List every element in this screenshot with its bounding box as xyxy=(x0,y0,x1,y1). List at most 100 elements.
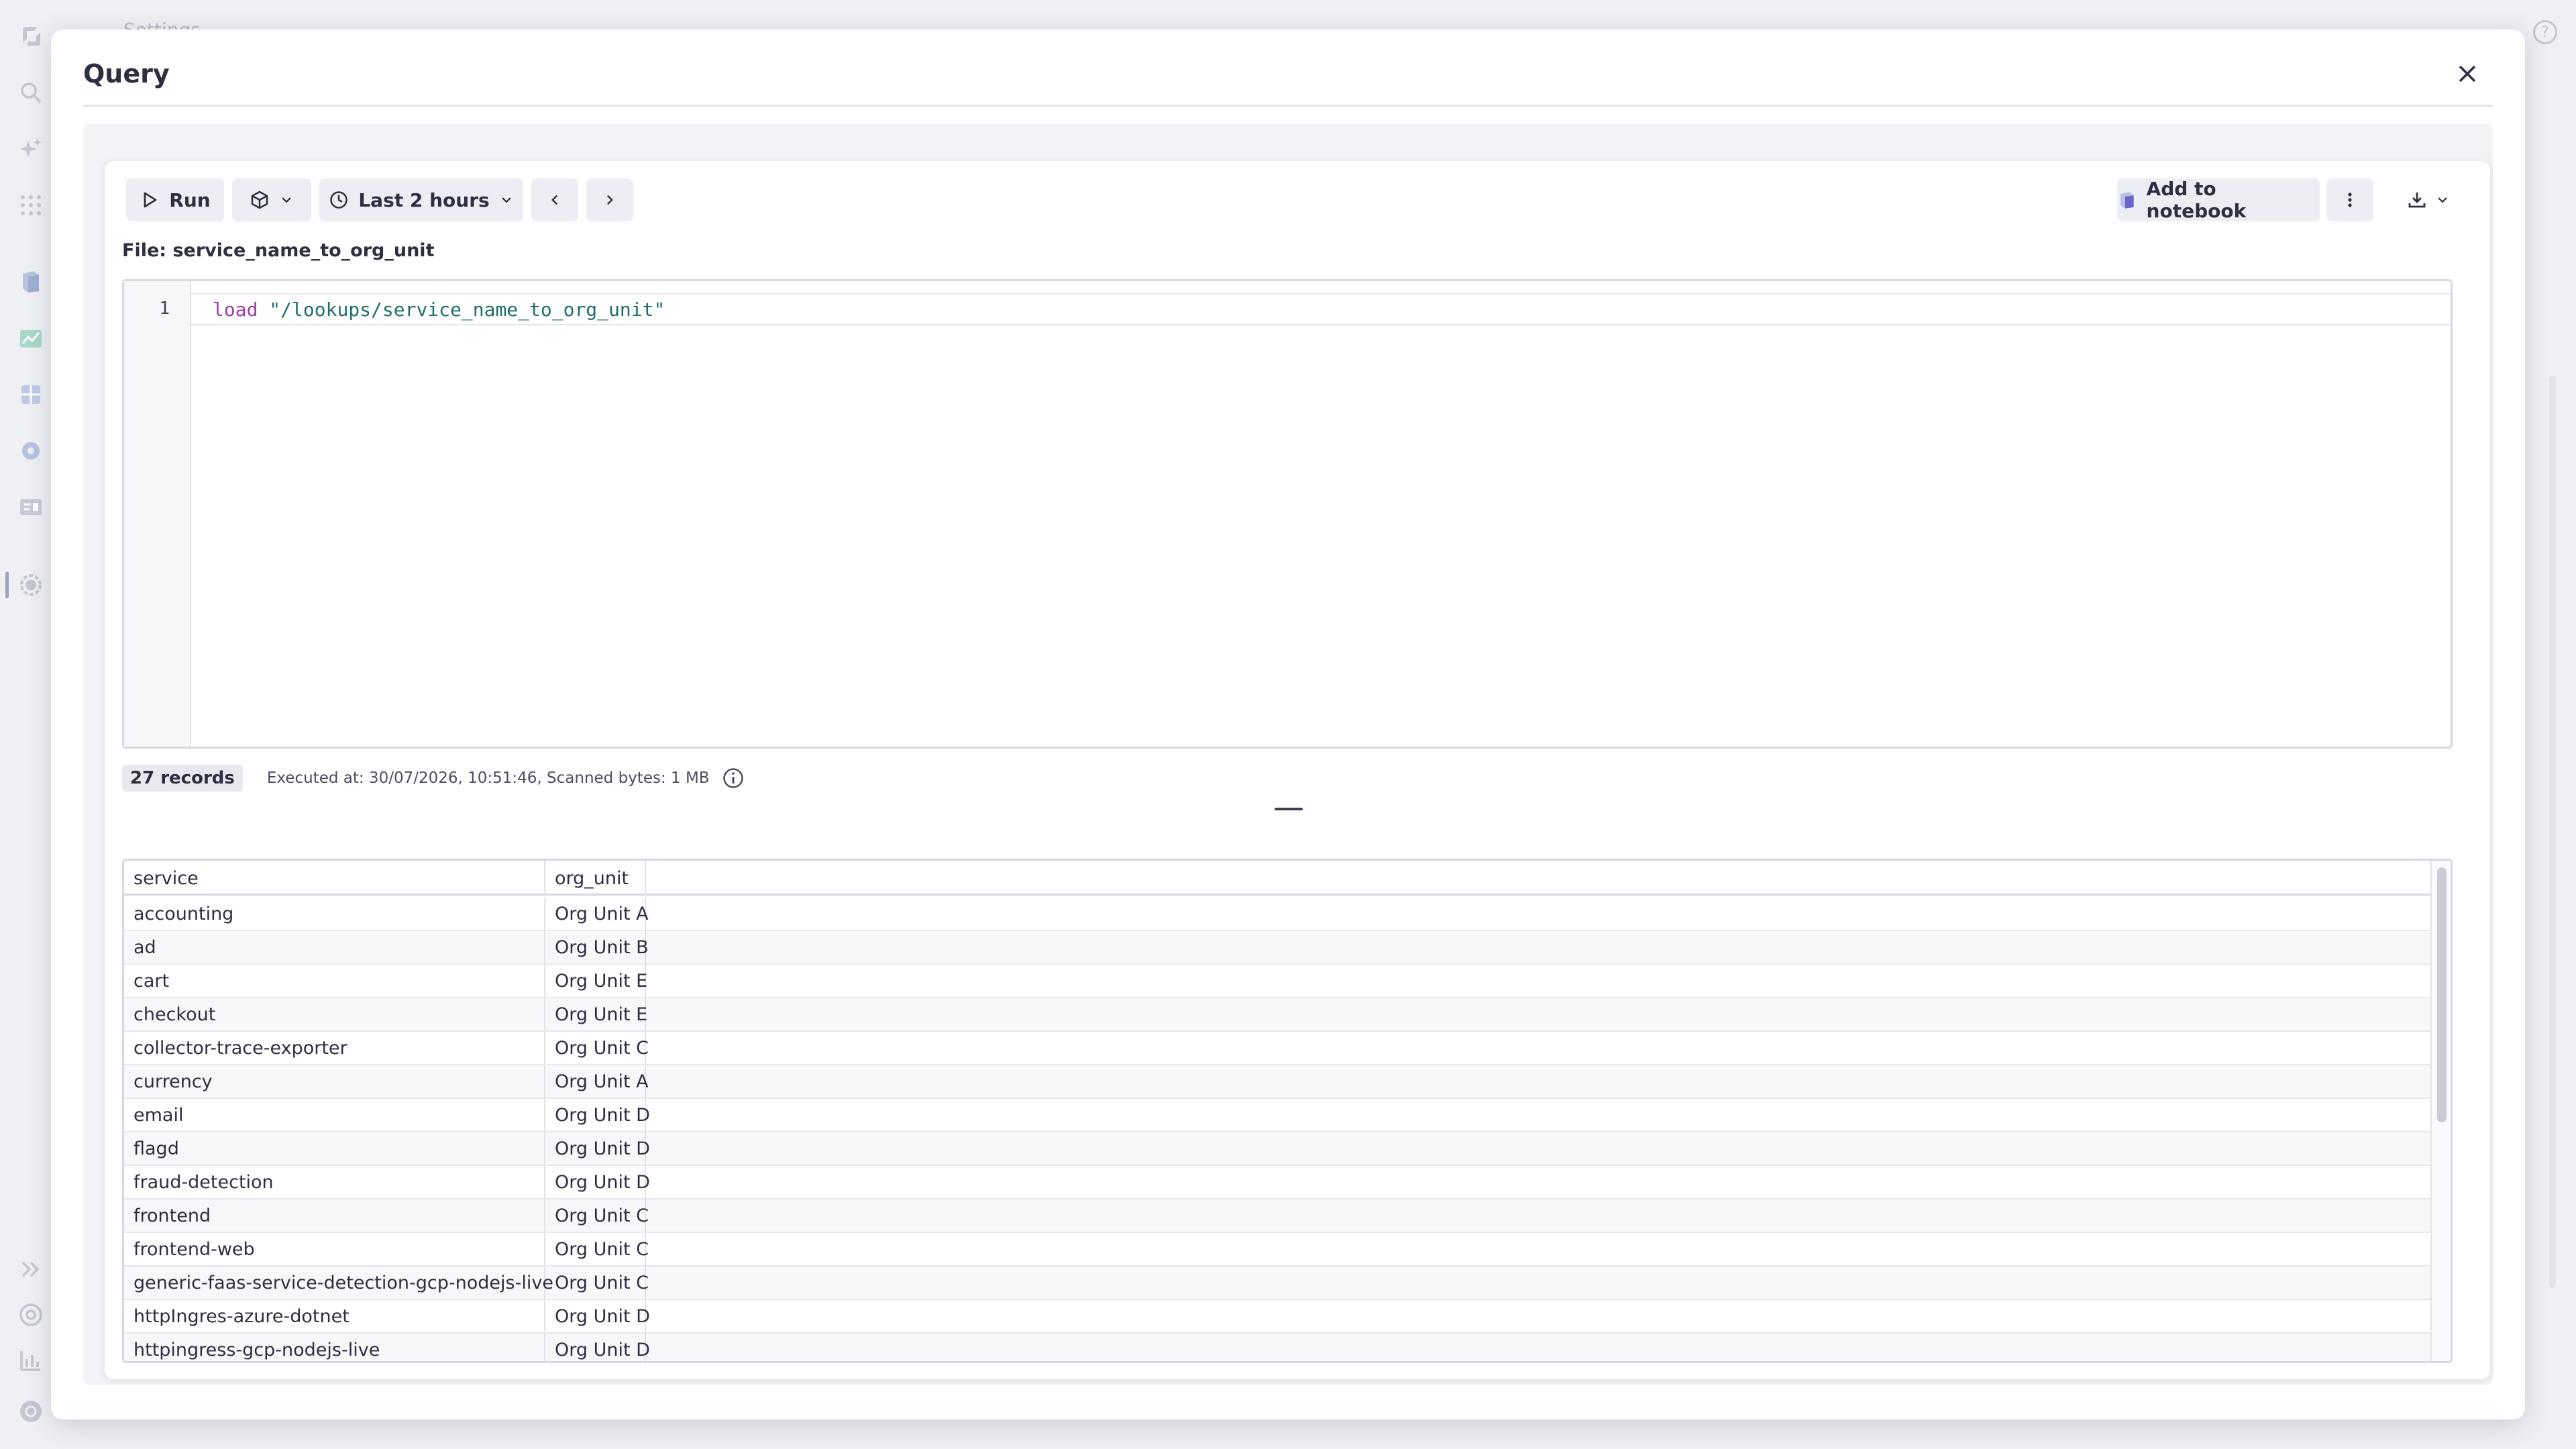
cell-org-unit: Org Unit A xyxy=(545,898,649,930)
table-row[interactable]: collector-trace-exporter Org Unit C xyxy=(124,1032,2434,1065)
results-table: service org_unit accounting Org Unit Aad O… xyxy=(122,859,2453,1363)
cell-service: flagd xyxy=(124,1132,545,1165)
cell-service: frontend-web xyxy=(124,1233,545,1265)
result-status: 27 records Executed at: 30/07/2026, 10:5… xyxy=(122,763,745,793)
table-row[interactable]: email Org Unit D xyxy=(124,1099,2434,1132)
cell-service: accounting xyxy=(124,898,545,930)
table-scrollbar-track[interactable] xyxy=(2430,861,2451,1361)
records-count-badge: 27 records xyxy=(122,765,243,792)
column-header-service[interactable]: service xyxy=(124,861,545,896)
code-string: "/lookups/service_name_to_org_unit" xyxy=(269,299,665,321)
expand-icon[interactable] xyxy=(16,1254,46,1284)
file-name-label: File: service_name_to_org_unit xyxy=(122,240,435,261)
sparkle-icon[interactable] xyxy=(16,134,46,164)
next-timeframe-button[interactable] xyxy=(586,178,633,221)
help-circle-icon[interactable]: ? xyxy=(2533,20,2557,44)
chevron-down-icon xyxy=(502,197,511,203)
download-dropdown[interactable] xyxy=(2388,178,2469,221)
execution-info: Executed at: 30/07/2026, 10:51:46, Scann… xyxy=(266,769,710,787)
help-icon[interactable] xyxy=(16,1300,46,1330)
cell-service: ad xyxy=(124,931,545,963)
chevron-right-icon xyxy=(606,195,613,205)
line-number: 1 xyxy=(159,299,170,319)
table-row[interactable]: frontend Org Unit C xyxy=(124,1199,2434,1233)
query-modal: Query Run Last 2 hours Add to notebook F… xyxy=(51,30,2525,1419)
settings-gear-icon[interactable] xyxy=(16,436,46,466)
background-scrollbar[interactable] xyxy=(2549,376,2556,1288)
cell-service: email xyxy=(124,1099,545,1131)
table-row[interactable]: ad Org Unit B xyxy=(124,931,2434,965)
cell-org-unit: Org Unit C xyxy=(545,1199,649,1232)
cell-service: collector-trace-exporter xyxy=(124,1032,545,1064)
table-row[interactable]: currency Org Unit A xyxy=(124,1065,2434,1099)
modal-title: Query xyxy=(83,59,170,89)
run-button[interactable]: Run xyxy=(126,178,224,221)
cell-org-unit: Org Unit C xyxy=(545,1267,649,1299)
table-row[interactable]: frontend-web Org Unit C xyxy=(124,1233,2434,1267)
cell-service: checkout xyxy=(124,998,545,1030)
clock-icon xyxy=(330,191,348,209)
more-options-button[interactable] xyxy=(2326,178,2373,221)
download-icon xyxy=(2408,193,2426,208)
add-to-notebook-label: Add to notebook xyxy=(2146,178,2247,222)
user-avatar-icon[interactable] xyxy=(16,1397,46,1426)
play-icon xyxy=(144,192,157,208)
cell-service: fraud-detection xyxy=(124,1166,545,1198)
editor-gutter: 1 xyxy=(124,281,191,747)
notebooks-icon xyxy=(2120,192,2134,209)
chevron-down-icon xyxy=(2438,197,2447,203)
table-row[interactable]: httpingress-gcp-nodejs-live Org Unit D xyxy=(124,1334,2434,1361)
apps-grid-icon[interactable] xyxy=(16,191,46,220)
settings-icon[interactable] xyxy=(16,570,46,600)
chevron-down-icon xyxy=(282,197,291,203)
notebooks-icon[interactable] xyxy=(16,267,46,297)
table-row[interactable]: flagd Org Unit D xyxy=(124,1132,2434,1166)
table-body: accounting Org Unit Aad Org Unit Bcart Org … xyxy=(124,898,2434,1361)
modal-divider xyxy=(83,105,2493,107)
column-header-org-unit[interactable]: org_unit xyxy=(545,861,646,896)
cell-service: frontend xyxy=(124,1199,545,1232)
resize-handle[interactable] xyxy=(1275,808,1303,810)
reports-icon[interactable] xyxy=(16,1346,46,1375)
dashboards-icon[interactable] xyxy=(16,323,46,353)
table-row[interactable]: fraud-detection Org Unit D xyxy=(124,1166,2434,1199)
search-icon[interactable] xyxy=(16,78,46,107)
cell-org-unit: Org Unit D xyxy=(545,1334,650,1361)
cell-service: httpingress-gcp-nodejs-live xyxy=(124,1334,545,1361)
grid-icon[interactable] xyxy=(16,380,46,409)
table-scrollbar-thumb[interactable] xyxy=(2437,867,2447,1122)
table-header: service org_unit xyxy=(124,861,2434,896)
more-vertical-icon xyxy=(2348,193,2352,207)
timeframe-label: Last 2 hours xyxy=(358,189,490,211)
previous-timeframe-button[interactable] xyxy=(531,178,578,221)
table-row[interactable]: httpIngres-azure-dotnet Org Unit D xyxy=(124,1300,2434,1334)
dynatrace-logo-icon[interactable] xyxy=(16,21,46,51)
cell-service: currency xyxy=(124,1065,545,1097)
table-row[interactable]: cart Org Unit E xyxy=(124,965,2434,998)
close-button[interactable] xyxy=(2449,55,2486,93)
logs-icon[interactable] xyxy=(16,492,46,522)
chevron-left-icon xyxy=(551,195,558,205)
code-line[interactable]: load "/lookups/service_name_to_org_unit" xyxy=(213,299,665,321)
cell-org-unit: Org Unit B xyxy=(545,931,649,963)
close-icon xyxy=(2459,65,2476,83)
cell-org-unit: Org Unit D xyxy=(545,1300,650,1332)
cell-org-unit: Org Unit E xyxy=(545,998,647,1030)
cell-org-unit: Org Unit C xyxy=(545,1233,649,1265)
cell-org-unit: Org Unit C xyxy=(545,1032,649,1064)
info-icon[interactable] xyxy=(722,767,745,790)
run-label: Run xyxy=(169,189,211,211)
table-row[interactable]: accounting Org Unit A xyxy=(124,898,2434,931)
cell-org-unit: Org Unit D xyxy=(545,1132,650,1165)
query-editor[interactable]: 1 load "/lookups/service_name_to_org_uni… xyxy=(122,279,2453,749)
query-toolbar: Run Last 2 hours Add to notebook xyxy=(126,178,2469,222)
cell-service: httpIngres-azure-dotnet xyxy=(124,1300,545,1332)
table-row[interactable]: generic-faas-service-detection-gcp-nodej… xyxy=(124,1267,2434,1300)
cell-org-unit: Org Unit A xyxy=(545,1065,649,1097)
timeframe-selector[interactable]: Last 2 hours xyxy=(319,178,523,221)
code-keyword: load xyxy=(213,299,258,321)
table-row[interactable]: checkout Org Unit E xyxy=(124,998,2434,1032)
data-source-dropdown[interactable] xyxy=(232,178,311,221)
add-to-notebook-button[interactable]: Add to notebook xyxy=(2117,178,2320,222)
cube-icon xyxy=(251,191,268,209)
